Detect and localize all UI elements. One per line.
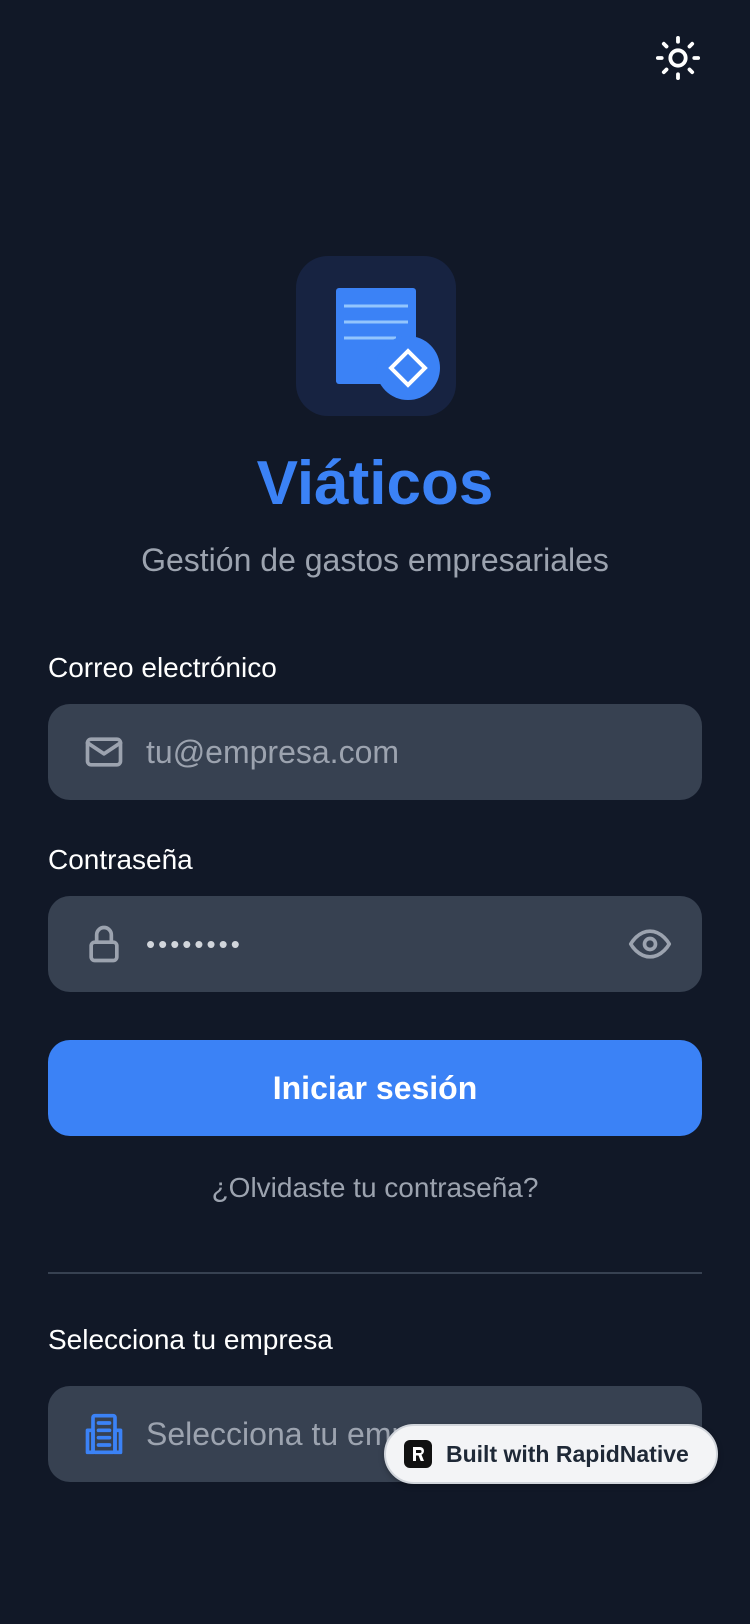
mail-icon (85, 737, 123, 767)
badge-label: Built with RapidNative (446, 1440, 689, 1467)
sun-icon (655, 35, 701, 81)
toggle-password-visibility-button[interactable] (628, 922, 672, 966)
email-label: Correo electrónico (48, 652, 277, 683)
login-button[interactable]: Iniciar sesión (48, 1040, 702, 1136)
email-input[interactable] (146, 704, 646, 800)
password-label: Contraseña (48, 844, 193, 875)
password-value[interactable]: •••••••• (146, 896, 243, 992)
built-with-badge[interactable]: Built with RapidNative (384, 1424, 718, 1484)
eye-icon (628, 929, 672, 959)
company-label: Selecciona tu empresa (48, 1324, 333, 1355)
theme-toggle-button[interactable] (650, 30, 706, 86)
lock-icon (89, 925, 119, 963)
rapidnative-logo-icon (404, 1440, 432, 1468)
app-logo (296, 256, 456, 416)
receipt-document-icon (336, 288, 440, 400)
divider (48, 1272, 702, 1274)
password-field[interactable]: •••••••• (48, 896, 702, 992)
building-icon (85, 1413, 123, 1455)
forgot-password-link[interactable]: ¿Olvidaste tu contraseña? (0, 1168, 750, 1208)
email-field[interactable] (48, 704, 702, 800)
app-subtitle: Gestión de gastos empresariales (141, 542, 609, 578)
app-title: Viáticos (256, 449, 494, 518)
